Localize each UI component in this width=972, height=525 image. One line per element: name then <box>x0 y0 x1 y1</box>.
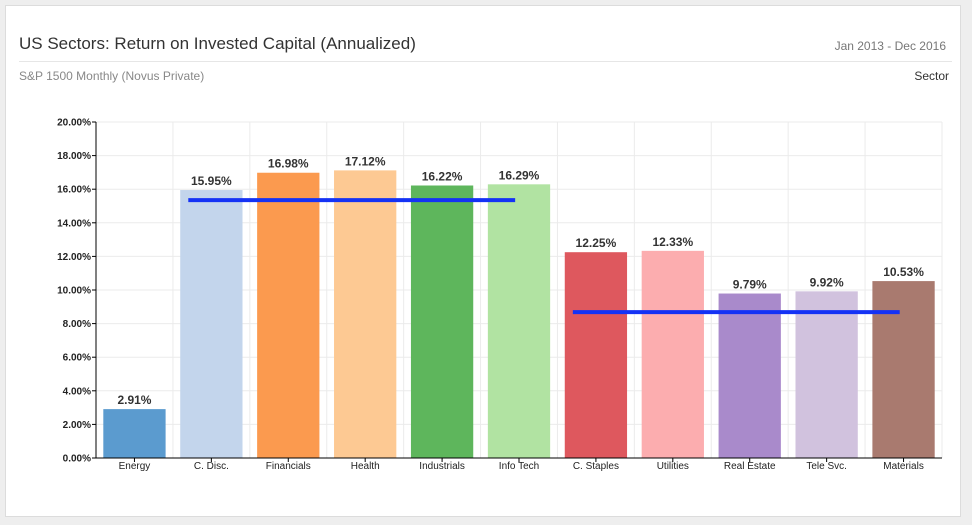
bar-value-label: 16.29% <box>499 168 540 182</box>
y-tick-label: 0.00% <box>63 454 91 465</box>
category-label: Energy <box>119 461 151 472</box>
category-label: Utilities <box>657 461 689 472</box>
bar <box>564 252 628 458</box>
y-tick-label: 20.00% <box>57 118 91 129</box>
bar-value-label: 12.25% <box>576 236 617 250</box>
bar-value-label: 10.53% <box>883 265 924 279</box>
y-tick-label: 10.00% <box>57 286 91 297</box>
category-label: Industrials <box>419 461 465 472</box>
bar-value-label: 9.92% <box>810 275 844 289</box>
bar-chart: 0.00% 2.00% 4.00% 6.00% 8.00% 10.00% 12.00% 14.… <box>57 118 943 472</box>
bar <box>180 190 243 459</box>
category-label: Real Estate <box>724 461 776 472</box>
y-tick-label: 18.00% <box>57 151 91 162</box>
bar <box>334 170 397 458</box>
bar <box>641 250 704 458</box>
bar <box>487 184 551 458</box>
category-label: C. Staples <box>573 461 619 472</box>
bar <box>795 291 858 458</box>
category-label: Health <box>351 461 380 472</box>
bar <box>410 185 474 458</box>
bar <box>257 172 320 458</box>
category-label: Materials <box>883 461 924 472</box>
y-tick-label: 16.00% <box>57 185 91 196</box>
bar-value-label: 2.91% <box>117 393 151 407</box>
bar <box>872 281 935 458</box>
y-tick-label: 14.00% <box>57 218 91 229</box>
y-tick-label: 6.00% <box>63 353 91 364</box>
bar-value-label: 17.12% <box>345 154 386 168</box>
y-tick-label: 2.00% <box>63 420 91 431</box>
category-label: Financials <box>266 461 311 472</box>
category-label: Info Tech <box>499 461 539 472</box>
y-tick-label: 12.00% <box>57 252 91 263</box>
category-label: C. Disc. <box>194 461 229 472</box>
bar-value-label: 9.79% <box>733 278 767 292</box>
bar-value-label: 16.98% <box>268 157 309 171</box>
bar <box>103 409 166 458</box>
y-tick-label: 4.00% <box>63 386 91 397</box>
category-label: Tele Svc. <box>806 461 847 472</box>
bar-value-label: 15.95% <box>191 174 232 188</box>
bar-value-label: 16.22% <box>422 170 463 184</box>
bar-value-label: 12.33% <box>652 235 693 249</box>
y-tick-label: 8.00% <box>63 319 91 330</box>
bar <box>718 293 781 458</box>
